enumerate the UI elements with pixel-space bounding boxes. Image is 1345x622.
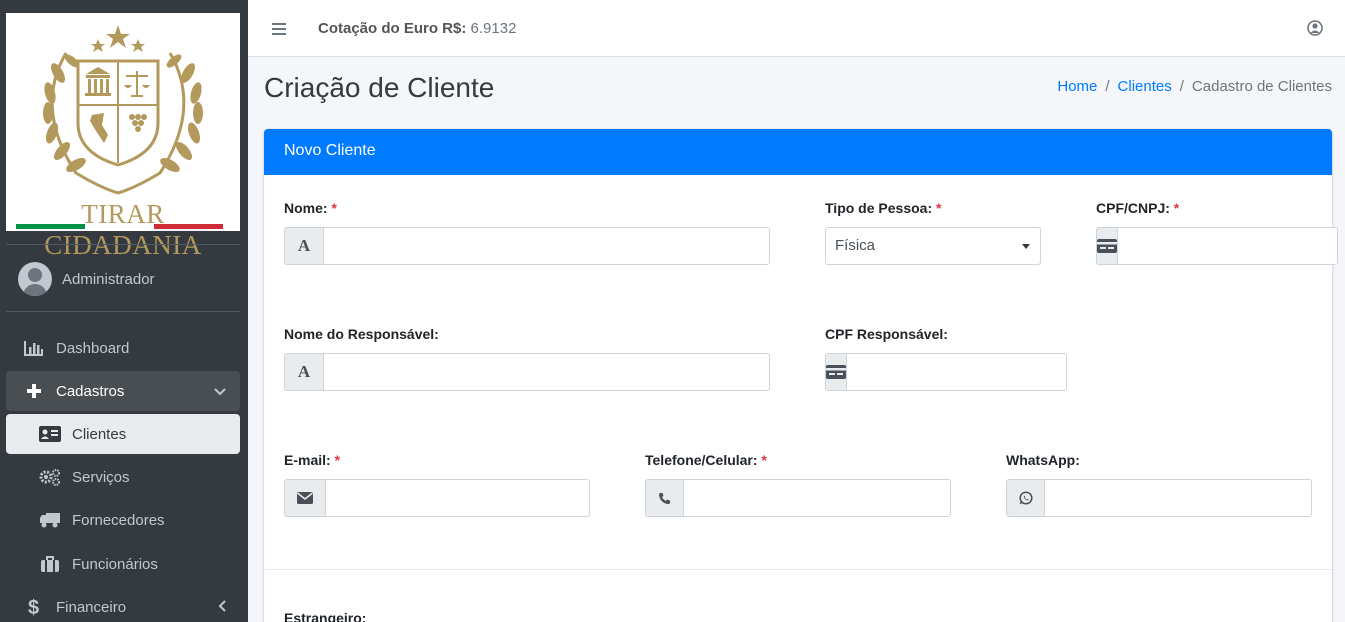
brand-name: TIRAR CIDADANIA xyxy=(44,199,202,260)
nome-responsavel-label-text: Nome do Responsável: xyxy=(284,326,439,342)
dollar-icon: $ xyxy=(20,597,48,617)
telefone-label-text: Telefone/Celular: xyxy=(645,452,758,468)
sidebar-item-financeiro[interactable]: $ Financeiro xyxy=(6,587,240,622)
euro-rate-label: Cotação do Euro R$: xyxy=(318,20,467,37)
whatsapp-field xyxy=(1006,479,1312,517)
nome-responsavel-field: A xyxy=(284,353,770,391)
breadcrumb-current: Cadastro de Clientes xyxy=(1191,78,1332,95)
euro-rate: Cotação do Euro R$: 6.9132 xyxy=(318,20,516,37)
sidebar-item-label: Clientes xyxy=(72,425,127,443)
truck-icon xyxy=(36,512,64,528)
text-icon: A xyxy=(284,227,323,265)
bar-chart-icon xyxy=(20,340,48,356)
sidebar-item-servicos[interactable]: Serviços xyxy=(6,457,240,497)
tipo-pessoa-select[interactable]: Física xyxy=(825,227,1041,265)
user-name: Administrador xyxy=(62,270,155,288)
email-label-text: E-mail: xyxy=(284,452,331,468)
sidebar-item-label: Dashboard xyxy=(56,339,130,357)
page-title: Criação de Cliente xyxy=(264,72,495,103)
nome-responsavel-label: Nome do Responsável: xyxy=(284,326,439,342)
nome-field: A xyxy=(284,227,770,265)
text-icon: A xyxy=(284,353,323,391)
user-circle-icon[interactable] xyxy=(1307,20,1323,40)
euro-rate-value: 6.9132 xyxy=(470,20,517,37)
telefone-label: Telefone/Celular: * xyxy=(645,452,767,468)
cpf-responsavel-field xyxy=(825,353,1067,391)
whatsapp-input[interactable] xyxy=(1044,479,1312,517)
required-mark: * xyxy=(936,200,942,216)
whatsapp-icon xyxy=(1006,479,1044,517)
avatar xyxy=(18,262,52,296)
text-icon-glyph: A xyxy=(297,236,311,255)
cogs-icon xyxy=(36,468,64,486)
chevron-left-icon xyxy=(218,599,226,615)
cpf-responsavel-input[interactable] xyxy=(846,353,1067,391)
cpf-cnpj-input[interactable] xyxy=(1117,227,1338,265)
sidebar-item-label: Serviços xyxy=(72,468,130,486)
nome-label: Nome: * xyxy=(284,200,337,216)
breadcrumb-separator: / xyxy=(1179,78,1184,95)
sidebar-item-cadastros[interactable]: Cadastros xyxy=(6,371,240,411)
cpf-cnpj-field xyxy=(1096,227,1338,265)
sidebar-item-label: Funcionários xyxy=(72,555,158,573)
estrangeiro-label: Estrangeiro: xyxy=(284,610,366,622)
plus-icon xyxy=(20,383,48,399)
cpf-responsavel-label-text: CPF Responsável: xyxy=(825,326,948,342)
email-label: E-mail: * xyxy=(284,452,340,468)
italian-flag-bar xyxy=(16,224,223,229)
nome-label-text: Nome: xyxy=(284,200,328,216)
sidebar-divider xyxy=(6,244,240,245)
sidebar-item-fornecedores[interactable]: Fornecedores xyxy=(6,500,240,540)
section-divider xyxy=(264,569,1332,570)
nome-responsavel-input[interactable] xyxy=(323,353,770,391)
hamburger-menu-icon[interactable] xyxy=(272,22,286,39)
email-field xyxy=(284,479,590,517)
telefone-field xyxy=(645,479,951,517)
sidebar-item-clientes[interactable]: Clientes xyxy=(6,414,240,454)
user-panel[interactable]: Administrador xyxy=(18,262,155,296)
estrangeiro-label-text: Estrangeiro: xyxy=(284,610,367,622)
card-title: Novo Cliente xyxy=(264,129,1332,175)
telefone-input[interactable] xyxy=(683,479,951,517)
nome-input[interactable] xyxy=(323,227,770,265)
cpf-cnpj-label-text: CPF/CNPJ: xyxy=(1096,200,1170,216)
whatsapp-label-text: WhatsApp: xyxy=(1006,452,1080,468)
cpf-responsavel-label: CPF Responsável: xyxy=(825,326,948,342)
brand-logo[interactable]: TIRAR CIDADANIA xyxy=(6,13,240,260)
sidebar-divider xyxy=(6,311,240,312)
email-input[interactable] xyxy=(325,479,590,517)
required-mark: * xyxy=(1173,200,1180,216)
sidebar-item-label: Fornecedores xyxy=(72,511,165,529)
laurel-crest-icon xyxy=(43,25,203,195)
tipo-pessoa-label-text: Tipo de Pessoa: xyxy=(825,200,933,216)
breadcrumb-separator: / xyxy=(1105,78,1110,95)
required-mark: * xyxy=(334,452,341,468)
whatsapp-label: WhatsApp: xyxy=(1006,452,1080,468)
sidebar-item-label: Financeiro xyxy=(56,598,127,616)
text-icon-glyph: A xyxy=(297,362,311,381)
tipo-pessoa-value: Física xyxy=(835,237,876,254)
address-card-icon xyxy=(36,426,64,442)
breadcrumb-home[interactable]: Home xyxy=(1057,78,1097,95)
svg-text:$: $ xyxy=(28,597,39,617)
id-card-icon xyxy=(825,353,846,391)
required-mark: * xyxy=(761,452,767,468)
phone-icon xyxy=(645,479,683,517)
top-navbar: Cotação do Euro R$: 6.9132 xyxy=(248,0,1345,57)
chevron-down-icon xyxy=(214,383,226,399)
id-card-icon xyxy=(1096,227,1117,265)
breadcrumb-clientes[interactable]: Clientes xyxy=(1118,78,1172,95)
breadcrumb: Home / Clientes / Cadastro de Clientes xyxy=(1057,78,1332,95)
caret-down-icon xyxy=(1022,244,1030,249)
cpf-cnpj-label: CPF/CNPJ: * xyxy=(1096,200,1179,216)
envelope-icon xyxy=(284,479,325,517)
new-client-card: Novo Cliente Nome: * A Tipo de Pessoa: *… xyxy=(264,129,1338,622)
sidebar-item-dashboard[interactable]: Dashboard xyxy=(6,328,240,368)
sidebar-item-funcionarios[interactable]: Funcionários xyxy=(6,544,240,584)
tipo-pessoa-label: Tipo de Pessoa: * xyxy=(825,200,941,216)
sidebar: TIRAR CIDADANIA Administrador Dashboard … xyxy=(0,0,248,622)
required-mark: * xyxy=(331,200,337,216)
sidebar-item-label: Cadastros xyxy=(56,382,125,400)
briefcase-icon xyxy=(36,556,64,572)
